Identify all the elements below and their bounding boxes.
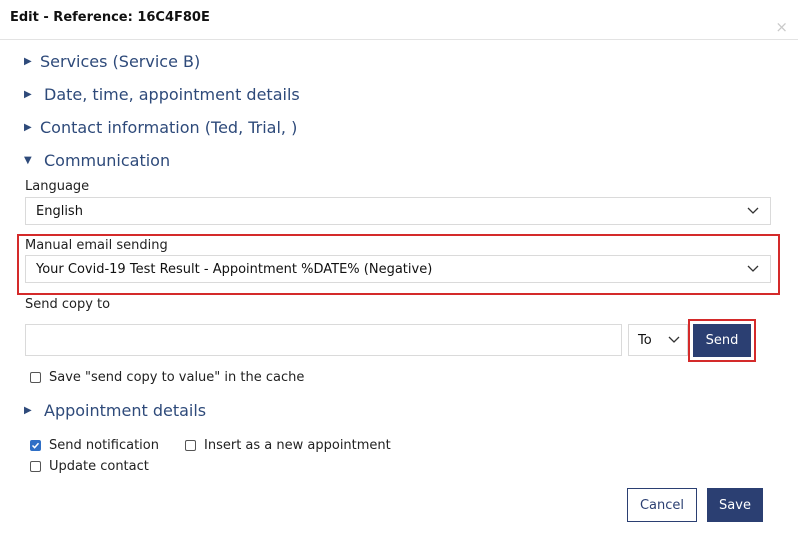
send-notification-label: Send notification	[49, 438, 159, 453]
triangle-right-icon: ▶	[24, 56, 32, 67]
cache-checkbox-row[interactable]: Save "send copy to value" in the cache	[30, 370, 304, 385]
cancel-button[interactable]: Cancel	[627, 488, 697, 522]
recipient-type-select[interactable]: To	[628, 324, 688, 356]
triangle-down-icon: ▼	[24, 155, 32, 166]
language-label: Language	[25, 179, 90, 194]
chevron-down-icon	[747, 207, 759, 214]
chevron-down-icon	[668, 336, 680, 343]
cache-checkbox[interactable]	[30, 372, 41, 383]
triangle-right-icon: ▶	[24, 89, 32, 100]
dialog-title: Edit - Reference: 16C4F80E	[10, 10, 210, 25]
section-datetime[interactable]: ▶ Date, time, appointment details	[24, 85, 300, 104]
section-services-label: Services (Service B)	[40, 52, 201, 71]
section-contact-label: Contact information (Ted, Trial, )	[40, 118, 298, 137]
language-value: English	[36, 203, 83, 219]
insert-new-checkbox[interactable]	[185, 440, 196, 451]
language-select[interactable]: English	[25, 197, 771, 225]
checkmark-icon	[31, 442, 40, 449]
section-appointment-details[interactable]: ▶ Appointment details	[24, 401, 206, 420]
triangle-right-icon: ▶	[24, 122, 32, 133]
update-contact-row[interactable]: Update contact	[30, 459, 149, 474]
section-services[interactable]: ▶ Services (Service B)	[24, 52, 200, 71]
section-communication-label: Communication	[44, 151, 171, 170]
send-notification-row[interactable]: Send notification	[30, 438, 159, 453]
triangle-right-icon: ▶	[24, 405, 32, 416]
manual-email-select[interactable]: Your Covid-19 Test Result - Appointment …	[25, 255, 771, 283]
cache-checkbox-label: Save "send copy to value" in the cache	[49, 370, 305, 385]
update-contact-checkbox[interactable]	[30, 461, 41, 472]
insert-new-label: Insert as a new appointment	[204, 438, 391, 453]
send-button[interactable]: Send	[693, 324, 751, 357]
section-contact[interactable]: ▶ Contact information (Ted, Trial, )	[24, 118, 297, 137]
close-icon[interactable]: ×	[775, 20, 788, 35]
insert-new-row[interactable]: Insert as a new appointment	[185, 438, 391, 453]
send-copy-label: Send copy to	[25, 297, 111, 312]
recipient-type-value: To	[638, 332, 652, 348]
section-communication[interactable]: ▼ Communication	[24, 151, 170, 170]
manual-email-label: Manual email sending	[25, 238, 168, 253]
send-copy-input[interactable]	[25, 324, 622, 356]
save-button[interactable]: Save	[707, 488, 763, 522]
section-appointment-details-label: Appointment details	[44, 401, 207, 420]
section-datetime-label: Date, time, appointment details	[44, 85, 300, 104]
send-notification-checkbox[interactable]	[30, 440, 41, 451]
manual-email-value: Your Covid-19 Test Result - Appointment …	[36, 261, 433, 277]
update-contact-label: Update contact	[49, 459, 149, 474]
chevron-down-icon	[747, 265, 759, 272]
